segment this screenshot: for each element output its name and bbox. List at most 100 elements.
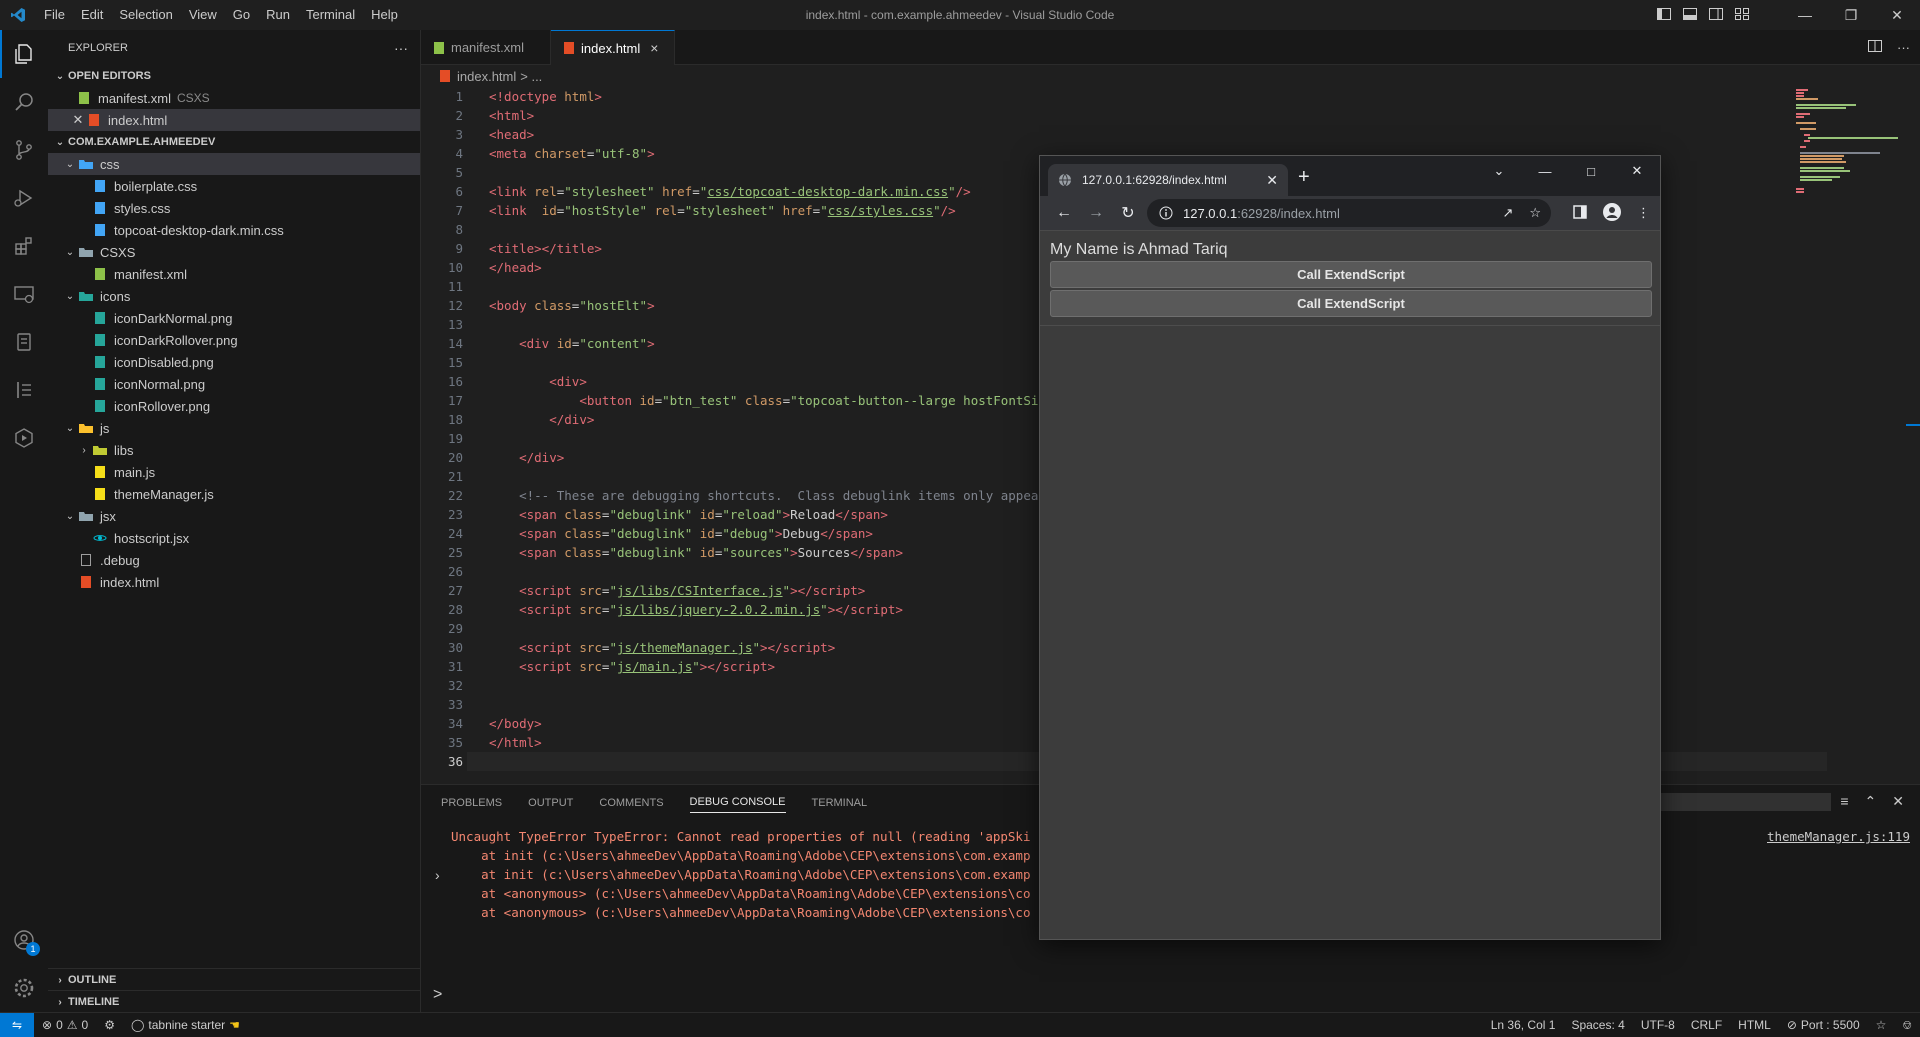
browser-menu-icon[interactable]: ⋮	[1637, 205, 1650, 221]
tab-problems[interactable]: PROBLEMS	[441, 797, 502, 809]
breadcrumb-file[interactable]: index.html	[457, 69, 516, 84]
explorer-icon[interactable]	[0, 30, 48, 78]
call-extendscript-button[interactable]: Call ExtendScript	[1050, 261, 1652, 288]
site-info-icon[interactable]	[1159, 206, 1173, 220]
project-header[interactable]: ⌄ COM.EXAMPLE.AHMEEDEV	[48, 131, 420, 153]
clear-console-icon[interactable]: ≡	[1840, 793, 1848, 810]
indentation[interactable]: Spaces: 4	[1563, 1018, 1632, 1032]
toggle-panel-icon[interactable]	[1682, 6, 1698, 25]
call-extendscript-button[interactable]: Call ExtendScript	[1050, 290, 1652, 317]
browser-close-icon[interactable]: ✕	[1614, 156, 1660, 186]
outline-section[interactable]: › OUTLINE	[48, 968, 421, 991]
reload-icon[interactable]: ↻	[1112, 203, 1144, 223]
extensions-icon[interactable]	[0, 222, 48, 270]
source-control-icon[interactable]	[0, 126, 48, 174]
maximize-panel-icon[interactable]: ⌃	[1865, 793, 1877, 810]
settings-gear-icon[interactable]	[0, 964, 48, 1012]
customize-layout-icon[interactable]	[1734, 6, 1750, 25]
tab-output[interactable]: OUTPUT	[528, 797, 573, 809]
language-mode[interactable]: HTML	[1730, 1018, 1779, 1032]
tab-index-html[interactable]: index.html ×	[551, 30, 675, 65]
file-topcoat-css[interactable]: topcoat-desktop-dark.min.css	[48, 219, 420, 241]
console-filter-input[interactable]	[1661, 793, 1831, 811]
file-icon-disabled[interactable]: iconDisabled.png	[48, 351, 420, 373]
live-share-icon[interactable]: ⚙	[96, 1018, 123, 1032]
browser-tab[interactable]: 127.0.0.1:62928/index.html ✕	[1048, 164, 1288, 196]
menu-view[interactable]: View	[181, 0, 225, 30]
close-tab-icon[interactable]: ×	[650, 40, 658, 56]
menu-file[interactable]: File	[36, 0, 73, 30]
browser-maximize-icon[interactable]: □	[1568, 156, 1614, 186]
encoding[interactable]: UTF-8	[1633, 1018, 1683, 1032]
menu-edit[interactable]: Edit	[73, 0, 111, 30]
toggle-primary-sidebar-icon[interactable]	[1656, 6, 1672, 25]
share-icon[interactable]: ↗	[1502, 205, 1513, 221]
timeline-section[interactable]: › TIMELINE	[48, 990, 421, 1013]
menu-run[interactable]: Run	[258, 0, 298, 30]
tab-terminal[interactable]: TERMINAL	[812, 797, 868, 809]
menu-go[interactable]: Go	[225, 0, 258, 30]
address-bar[interactable]: 127.0.0.1:62928/index.html ↗ ☆	[1147, 199, 1551, 227]
console-prompt[interactable]: >	[433, 986, 442, 1004]
remote-indicator-icon[interactable]: ⇋	[0, 1013, 34, 1037]
file-manifest-xml[interactable]: manifest.xml	[48, 263, 420, 285]
open-editor-index[interactable]: ✕ index.html	[48, 109, 420, 131]
run-debug-icon[interactable]	[0, 174, 48, 222]
more-actions-icon[interactable]: ···	[1897, 40, 1910, 55]
toggle-secondary-sidebar-icon[interactable]	[1708, 6, 1724, 25]
explorer-more-icon[interactable]: ···	[394, 40, 408, 56]
open-editor-manifest[interactable]: manifest.xml CSXS	[48, 87, 420, 109]
file-icon-normal[interactable]: iconNormal.png	[48, 373, 420, 395]
end-of-line[interactable]: CRLF	[1683, 1018, 1730, 1032]
file-boilerplate-css[interactable]: boilerplate.css	[48, 175, 420, 197]
problems-status[interactable]: ⊗ 0 ⚠ 0	[34, 1018, 96, 1032]
bookmark-star-icon[interactable]: ☆	[1529, 205, 1541, 221]
folder-csxs[interactable]: ⌄ CSXS	[48, 241, 420, 263]
accounts-icon[interactable]: 1	[0, 916, 48, 964]
folder-jsx[interactable]: ⌄ jsx	[48, 505, 420, 527]
folder-libs[interactable]: › libs	[48, 439, 420, 461]
feedback-icon[interactable]: ☆	[1868, 1018, 1895, 1032]
testing-icon[interactable]	[0, 318, 48, 366]
remote-explorer-icon[interactable]	[0, 270, 48, 318]
close-panel-icon[interactable]: ✕	[1892, 793, 1904, 810]
docker-icon[interactable]	[0, 414, 48, 462]
tab-comments[interactable]: COMMENTS	[599, 797, 663, 809]
browser-minimize-icon[interactable]: —	[1522, 156, 1568, 186]
tabnine-status[interactable]: ◯ tabnine starter ☚	[123, 1018, 248, 1032]
folder-js[interactable]: ⌄ js	[48, 417, 420, 439]
file-styles-css[interactable]: styles.css	[48, 197, 420, 219]
cursor-position[interactable]: Ln 36, Col 1	[1483, 1018, 1564, 1032]
close-editor-icon[interactable]: ✕	[70, 112, 86, 128]
file-index-html[interactable]: index.html	[48, 571, 420, 593]
split-editor-icon[interactable]	[1867, 38, 1883, 57]
folder-css[interactable]: ⌄ css	[48, 153, 420, 175]
file-main-js[interactable]: main.js	[48, 461, 420, 483]
notifications-bell-icon[interactable]: ⎊	[1894, 1018, 1920, 1033]
file-icon-dark-normal[interactable]: iconDarkNormal.png	[48, 307, 420, 329]
menu-terminal[interactable]: Terminal	[298, 0, 363, 30]
live-server-status[interactable]: ⊘ Port : 5500	[1779, 1018, 1868, 1032]
file-theme-manager-js[interactable]: themeManager.js	[48, 483, 420, 505]
new-tab-icon[interactable]: +	[1298, 166, 1310, 189]
minimize-icon[interactable]: —	[1782, 0, 1828, 30]
tab-manifest-xml[interactable]: manifest.xml	[421, 30, 551, 65]
timeline-list-icon[interactable]	[0, 366, 48, 414]
restore-icon[interactable]: ❐	[1828, 0, 1874, 30]
scrollbar-marker[interactable]	[1906, 424, 1920, 426]
search-icon[interactable]	[0, 78, 48, 126]
minimap[interactable]	[1796, 87, 1906, 207]
forward-icon[interactable]: →	[1080, 204, 1112, 222]
chevron-right-icon[interactable]: ›	[435, 867, 440, 883]
file-icon-rollover[interactable]: iconRollover.png	[48, 395, 420, 417]
close-window-icon[interactable]: ✕	[1874, 0, 1920, 30]
file-hostscript-jsx[interactable]: hostscript.jsx	[48, 527, 420, 549]
breadcrumb-rest[interactable]: > ...	[520, 69, 542, 84]
close-browser-tab-icon[interactable]: ✕	[1266, 172, 1278, 189]
menu-selection[interactable]: Selection	[111, 0, 180, 30]
profile-avatar-icon[interactable]	[1603, 202, 1621, 224]
back-icon[interactable]: ←	[1048, 204, 1080, 222]
tab-debug-console[interactable]: DEBUG CONSOLE	[689, 792, 786, 813]
tab-search-icon[interactable]: ⌄	[1476, 156, 1522, 186]
file-debug[interactable]: .debug	[48, 549, 420, 571]
